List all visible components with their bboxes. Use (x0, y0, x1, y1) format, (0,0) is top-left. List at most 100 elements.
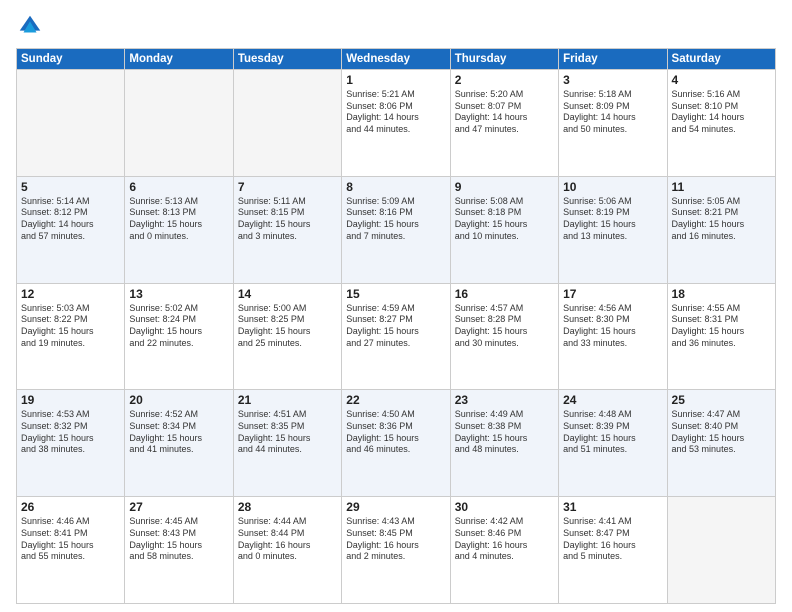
day-info-line: Sunrise: 5:02 AM (129, 303, 228, 315)
day-info-line: and 27 minutes. (346, 338, 445, 350)
day-info-line: Sunrise: 5:21 AM (346, 89, 445, 101)
day-info-line: Sunset: 8:10 PM (672, 101, 771, 113)
day-info-line: Daylight: 15 hours (21, 326, 120, 338)
day-info-line: Daylight: 15 hours (129, 540, 228, 552)
day-info-line: Sunrise: 4:56 AM (563, 303, 662, 315)
day-info-line: Daylight: 15 hours (238, 326, 337, 338)
calendar-cell: 2Sunrise: 5:20 AMSunset: 8:07 PMDaylight… (450, 70, 558, 177)
day-number: 27 (129, 500, 228, 514)
day-info-line: Sunset: 8:09 PM (563, 101, 662, 113)
day-number: 8 (346, 180, 445, 194)
calendar-cell: 11Sunrise: 5:05 AMSunset: 8:21 PMDayligh… (667, 176, 775, 283)
day-info-line: Sunset: 8:18 PM (455, 207, 554, 219)
calendar-cell (233, 70, 341, 177)
week-row-4: 19Sunrise: 4:53 AMSunset: 8:32 PMDayligh… (17, 390, 776, 497)
day-info-line: Sunrise: 4:51 AM (238, 409, 337, 421)
logo-icon (16, 12, 44, 40)
day-info-line: and 10 minutes. (455, 231, 554, 243)
weekday-header-monday: Monday (125, 49, 233, 70)
day-info-line: and 22 minutes. (129, 338, 228, 350)
day-number: 17 (563, 287, 662, 301)
calendar-cell: 27Sunrise: 4:45 AMSunset: 8:43 PMDayligh… (125, 497, 233, 604)
day-info-line: and 57 minutes. (21, 231, 120, 243)
calendar-cell: 22Sunrise: 4:50 AMSunset: 8:36 PMDayligh… (342, 390, 450, 497)
day-number: 31 (563, 500, 662, 514)
logo (16, 12, 48, 40)
day-info-line: Sunset: 8:41 PM (21, 528, 120, 540)
day-number: 18 (672, 287, 771, 301)
day-info-line: Sunrise: 5:11 AM (238, 196, 337, 208)
day-info-line: and 0 minutes. (129, 231, 228, 243)
calendar-cell: 6Sunrise: 5:13 AMSunset: 8:13 PMDaylight… (125, 176, 233, 283)
day-number: 9 (455, 180, 554, 194)
day-info-line: and 41 minutes. (129, 444, 228, 456)
day-info-line: Sunrise: 4:55 AM (672, 303, 771, 315)
day-info-line: Sunset: 8:45 PM (346, 528, 445, 540)
day-number: 14 (238, 287, 337, 301)
day-info-line: and 58 minutes. (129, 551, 228, 563)
calendar-cell: 15Sunrise: 4:59 AMSunset: 8:27 PMDayligh… (342, 283, 450, 390)
day-info-line: Sunrise: 5:18 AM (563, 89, 662, 101)
calendar-cell: 28Sunrise: 4:44 AMSunset: 8:44 PMDayligh… (233, 497, 341, 604)
day-info-line: Daylight: 16 hours (346, 540, 445, 552)
day-info-line: Daylight: 15 hours (346, 433, 445, 445)
day-number: 2 (455, 73, 554, 87)
day-info-line: and 51 minutes. (563, 444, 662, 456)
day-info-line: Daylight: 15 hours (672, 433, 771, 445)
day-number: 26 (21, 500, 120, 514)
day-info-line: and 30 minutes. (455, 338, 554, 350)
day-number: 28 (238, 500, 337, 514)
day-info-line: Sunrise: 4:49 AM (455, 409, 554, 421)
day-number: 19 (21, 393, 120, 407)
day-info-line: and 3 minutes. (238, 231, 337, 243)
day-info-line: and 2 minutes. (346, 551, 445, 563)
day-info-line: Sunset: 8:46 PM (455, 528, 554, 540)
day-info-line: Sunset: 8:13 PM (129, 207, 228, 219)
day-info-line: Daylight: 15 hours (672, 326, 771, 338)
day-info-line: Sunrise: 4:57 AM (455, 303, 554, 315)
day-number: 25 (672, 393, 771, 407)
day-info-line: Daylight: 15 hours (238, 219, 337, 231)
day-info-line: and 50 minutes. (563, 124, 662, 136)
day-info-line: Sunrise: 5:05 AM (672, 196, 771, 208)
day-number: 29 (346, 500, 445, 514)
day-info-line: and 4 minutes. (455, 551, 554, 563)
day-number: 16 (455, 287, 554, 301)
day-info-line: Daylight: 15 hours (346, 326, 445, 338)
header (16, 12, 776, 40)
day-info-line: Sunrise: 4:43 AM (346, 516, 445, 528)
day-info-line: Sunset: 8:40 PM (672, 421, 771, 433)
day-info-line: and 19 minutes. (21, 338, 120, 350)
day-info-line: Daylight: 15 hours (563, 433, 662, 445)
calendar-cell: 10Sunrise: 5:06 AMSunset: 8:19 PMDayligh… (559, 176, 667, 283)
day-info-line: Sunrise: 5:20 AM (455, 89, 554, 101)
day-info-line: Sunset: 8:16 PM (346, 207, 445, 219)
day-info-line: Sunset: 8:44 PM (238, 528, 337, 540)
calendar-cell: 16Sunrise: 4:57 AMSunset: 8:28 PMDayligh… (450, 283, 558, 390)
day-info-line: Sunset: 8:25 PM (238, 314, 337, 326)
day-info-line: and 48 minutes. (455, 444, 554, 456)
week-row-5: 26Sunrise: 4:46 AMSunset: 8:41 PMDayligh… (17, 497, 776, 604)
day-info-line: Sunrise: 4:41 AM (563, 516, 662, 528)
day-info-line: Sunset: 8:34 PM (129, 421, 228, 433)
calendar-cell: 30Sunrise: 4:42 AMSunset: 8:46 PMDayligh… (450, 497, 558, 604)
calendar-cell: 5Sunrise: 5:14 AMSunset: 8:12 PMDaylight… (17, 176, 125, 283)
day-info-line: Daylight: 16 hours (238, 540, 337, 552)
day-number: 13 (129, 287, 228, 301)
day-info-line: Daylight: 15 hours (563, 326, 662, 338)
day-info-line: Sunrise: 4:50 AM (346, 409, 445, 421)
day-info-line: Sunrise: 4:42 AM (455, 516, 554, 528)
week-row-2: 5Sunrise: 5:14 AMSunset: 8:12 PMDaylight… (17, 176, 776, 283)
day-number: 22 (346, 393, 445, 407)
calendar-cell: 21Sunrise: 4:51 AMSunset: 8:35 PMDayligh… (233, 390, 341, 497)
day-info-line: Daylight: 15 hours (563, 219, 662, 231)
day-info-line: Daylight: 16 hours (455, 540, 554, 552)
day-info-line: and 16 minutes. (672, 231, 771, 243)
day-info-line: and 38 minutes. (21, 444, 120, 456)
day-info-line: Sunrise: 4:47 AM (672, 409, 771, 421)
day-info-line: Daylight: 14 hours (455, 112, 554, 124)
day-info-line: and 53 minutes. (672, 444, 771, 456)
day-info-line: Daylight: 15 hours (129, 433, 228, 445)
page: SundayMondayTuesdayWednesdayThursdayFrid… (0, 0, 792, 612)
calendar-cell: 12Sunrise: 5:03 AMSunset: 8:22 PMDayligh… (17, 283, 125, 390)
